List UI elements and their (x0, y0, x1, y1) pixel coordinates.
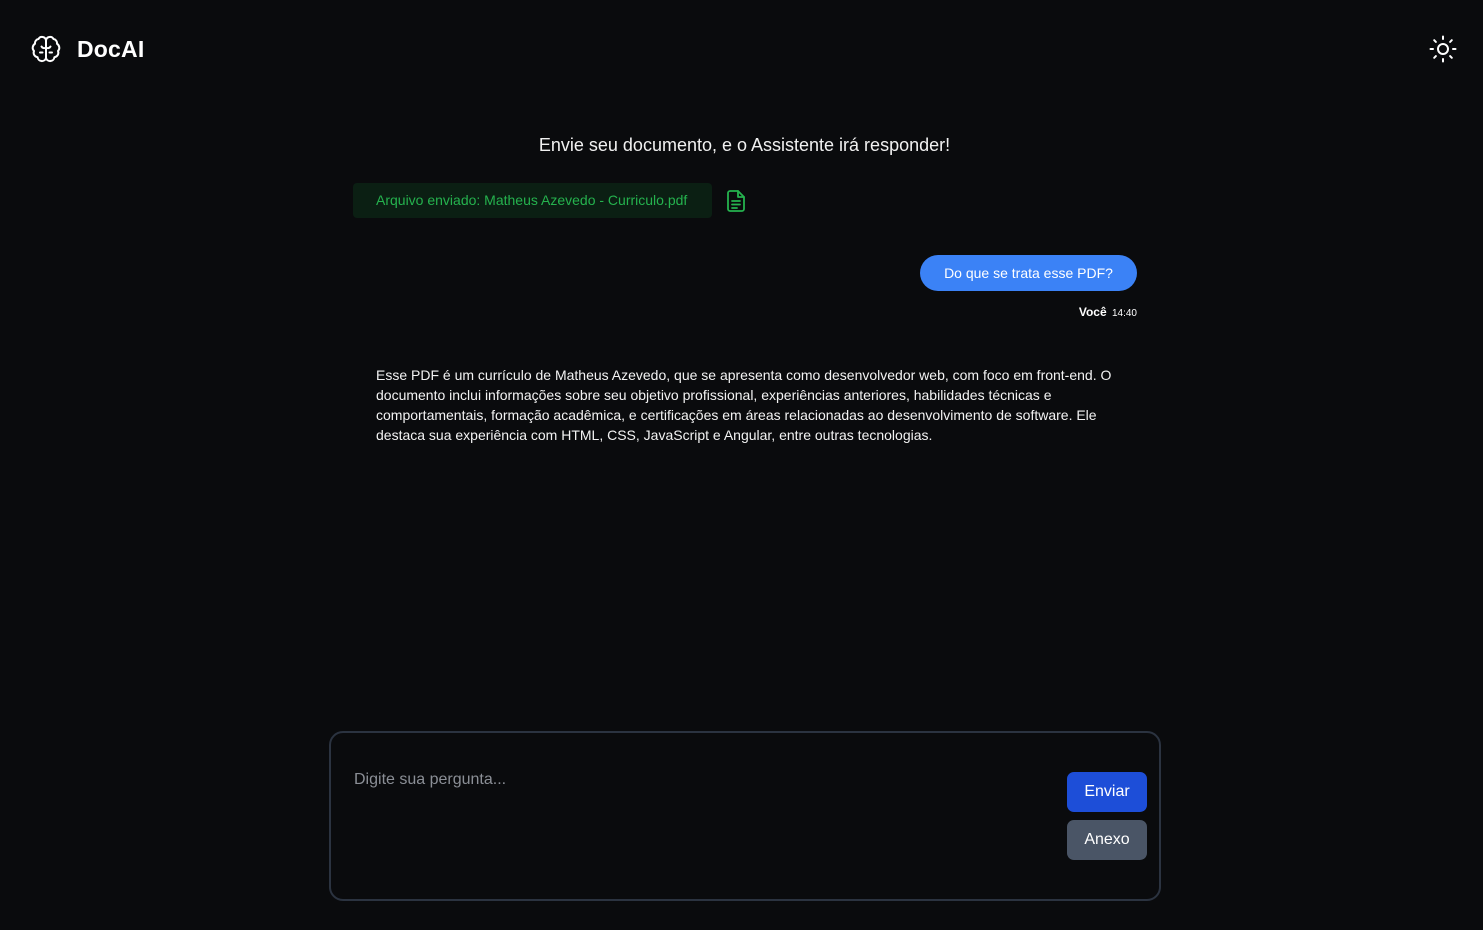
header: DocAI (0, 0, 1483, 98)
message-composer: Enviar Anexo (329, 731, 1161, 901)
theme-toggle-button[interactable] (1427, 33, 1459, 65)
question-input[interactable] (354, 769, 1044, 879)
send-button[interactable]: Enviar (1067, 772, 1147, 812)
assistant-message: Esse PDF é um currículo de Matheus Azeve… (376, 367, 1112, 443)
chat-intro: Envie seu documento, e o Assistente irá … (538, 135, 951, 155)
file-text-icon[interactable] (725, 189, 747, 213)
brand[interactable]: DocAI (31, 34, 144, 64)
app-name: DocAI (77, 36, 145, 62)
user-message-bubble: Do que se trata esse PDF? (920, 255, 1137, 291)
sun-icon (1429, 35, 1457, 63)
message-author: Você (1078, 305, 1107, 319)
brain-icon (31, 35, 61, 63)
uploaded-file-row: Arquivo enviado: Matheus Azevedo - Curri… (353, 183, 747, 218)
attach-button[interactable]: Anexo (1067, 820, 1147, 860)
uploaded-file-chip: Arquivo enviado: Matheus Azevedo - Curri… (353, 183, 712, 218)
app-root: DocAI Envie seu documento, e o Assistent… (0, 0, 1483, 930)
user-message-meta: Você 14:40 (0, 305, 1137, 319)
message-timestamp: 14:40 (1111, 308, 1137, 319)
